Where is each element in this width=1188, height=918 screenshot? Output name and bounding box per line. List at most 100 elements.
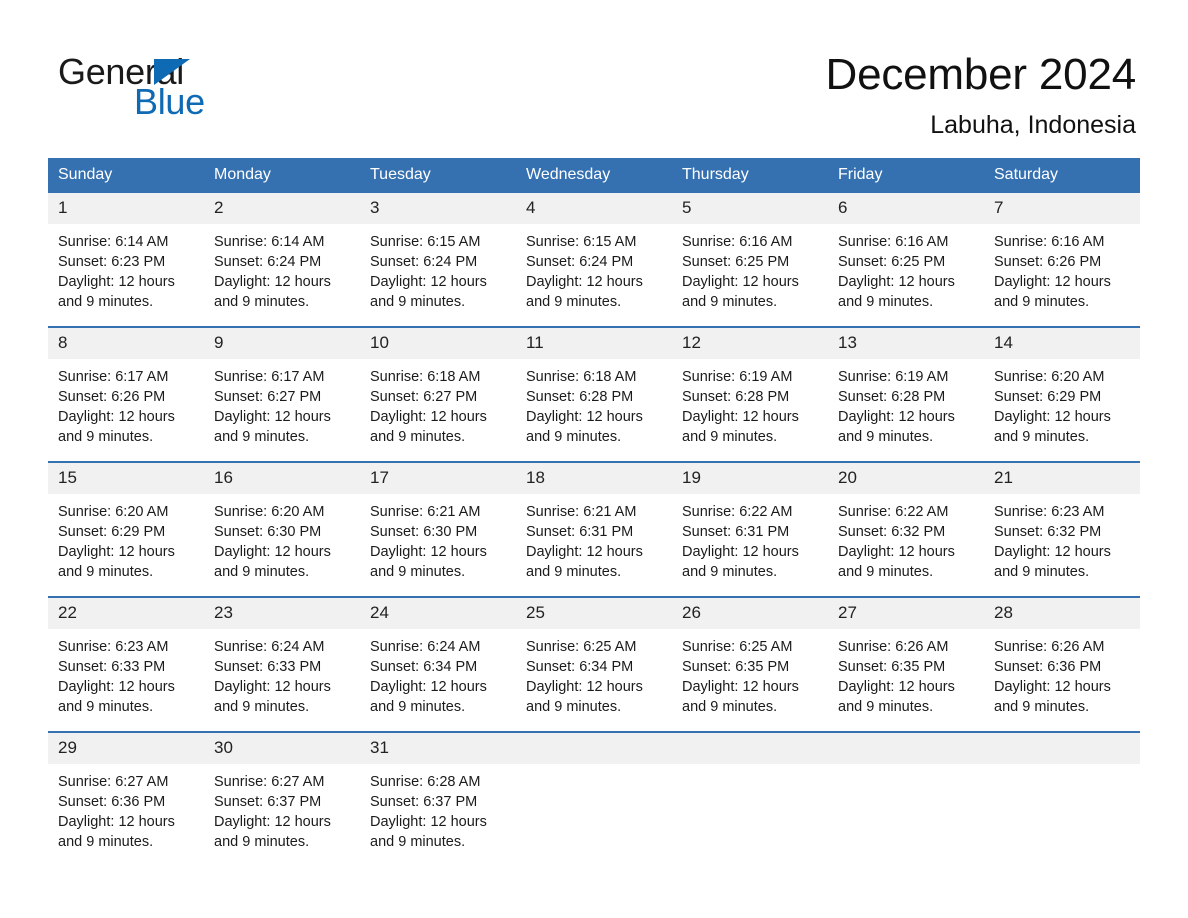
day-details: Sunrise: 6:25 AM Sunset: 6:34 PM Dayligh… <box>516 629 672 717</box>
day-number: 13 <box>828 328 984 359</box>
day-cell[interactable]: 12 Sunrise: 6:19 AM Sunset: 6:28 PM Dayl… <box>672 326 828 462</box>
sunset-text: Sunset: 6:33 PM <box>58 659 166 675</box>
daylight-text-line2: and 9 minutes. <box>58 294 154 310</box>
daylight-text-line2: and 9 minutes. <box>370 564 466 580</box>
sunrise-text: Sunrise: 6:22 AM <box>838 504 949 520</box>
day-number: 21 <box>984 463 1140 494</box>
day-cell[interactable]: 1 Sunrise: 6:14 AM Sunset: 6:23 PM Dayli… <box>48 193 204 327</box>
day-cell[interactable]: 5 Sunrise: 6:16 AM Sunset: 6:25 PM Dayli… <box>672 193 828 327</box>
daylight-text-line1: Daylight: 12 hours <box>58 274 175 290</box>
weekday-header-friday: Friday <box>828 158 984 193</box>
daylight-text-line2: and 9 minutes. <box>370 699 466 715</box>
sunrise-text: Sunrise: 6:24 AM <box>214 639 325 655</box>
daylight-text-line2: and 9 minutes. <box>838 429 934 445</box>
day-cell[interactable]: 21 Sunrise: 6:23 AM Sunset: 6:32 PM Dayl… <box>984 461 1140 597</box>
daylight-text-line2: and 9 minutes. <box>214 294 310 310</box>
day-number <box>516 733 672 764</box>
daylight-text-line2: and 9 minutes. <box>838 294 934 310</box>
day-cell[interactable]: 4 Sunrise: 6:15 AM Sunset: 6:24 PM Dayli… <box>516 193 672 327</box>
day-cell[interactable]: 24 Sunrise: 6:24 AM Sunset: 6:34 PM Dayl… <box>360 596 516 732</box>
daylight-text-line2: and 9 minutes. <box>682 429 778 445</box>
day-details: Sunrise: 6:26 AM Sunset: 6:36 PM Dayligh… <box>984 629 1140 717</box>
daylight-text-line2: and 9 minutes. <box>526 429 622 445</box>
day-number: 4 <box>516 193 672 224</box>
sunset-text: Sunset: 6:24 PM <box>526 254 634 270</box>
sunset-text: Sunset: 6:32 PM <box>838 524 946 540</box>
day-cell[interactable]: 23 Sunrise: 6:24 AM Sunset: 6:33 PM Dayl… <box>204 596 360 732</box>
day-cell[interactable]: 27 Sunrise: 6:26 AM Sunset: 6:35 PM Dayl… <box>828 596 984 732</box>
day-cell[interactable]: 18 Sunrise: 6:21 AM Sunset: 6:31 PM Dayl… <box>516 461 672 597</box>
day-details: Sunrise: 6:16 AM Sunset: 6:25 PM Dayligh… <box>672 224 828 312</box>
day-cell[interactable]: 7 Sunrise: 6:16 AM Sunset: 6:26 PM Dayli… <box>984 193 1140 327</box>
sunrise-text: Sunrise: 6:21 AM <box>526 504 637 520</box>
sunrise-text: Sunrise: 6:26 AM <box>994 639 1105 655</box>
sunset-text: Sunset: 6:28 PM <box>682 389 790 405</box>
day-cell[interactable]: 22 Sunrise: 6:23 AM Sunset: 6:33 PM Dayl… <box>48 596 204 732</box>
day-number: 12 <box>672 328 828 359</box>
day-details: Sunrise: 6:16 AM Sunset: 6:25 PM Dayligh… <box>828 224 984 312</box>
daylight-text-line1: Daylight: 12 hours <box>370 679 487 695</box>
sunset-text: Sunset: 6:23 PM <box>58 254 166 270</box>
day-cell[interactable]: 26 Sunrise: 6:25 AM Sunset: 6:35 PM Dayl… <box>672 596 828 732</box>
day-cell[interactable]: 9 Sunrise: 6:17 AM Sunset: 6:27 PM Dayli… <box>204 326 360 462</box>
day-cell[interactable]: 31 Sunrise: 6:28 AM Sunset: 6:37 PM Dayl… <box>360 731 516 866</box>
day-cell[interactable]: 13 Sunrise: 6:19 AM Sunset: 6:28 PM Dayl… <box>828 326 984 462</box>
day-number: 11 <box>516 328 672 359</box>
weekday-header-monday: Monday <box>204 158 360 193</box>
sunrise-text: Sunrise: 6:17 AM <box>214 369 325 385</box>
day-cell[interactable]: 25 Sunrise: 6:25 AM Sunset: 6:34 PM Dayl… <box>516 596 672 732</box>
daylight-text-line1: Daylight: 12 hours <box>838 274 955 290</box>
daylight-text-line1: Daylight: 12 hours <box>214 814 331 830</box>
sunset-text: Sunset: 6:27 PM <box>214 389 322 405</box>
day-details: Sunrise: 6:15 AM Sunset: 6:24 PM Dayligh… <box>516 224 672 312</box>
daylight-text-line2: and 9 minutes. <box>370 294 466 310</box>
day-cell[interactable]: 10 Sunrise: 6:18 AM Sunset: 6:27 PM Dayl… <box>360 326 516 462</box>
day-cell[interactable]: 11 Sunrise: 6:18 AM Sunset: 6:28 PM Dayl… <box>516 326 672 462</box>
sunrise-text: Sunrise: 6:23 AM <box>994 504 1105 520</box>
day-cell[interactable]: 14 Sunrise: 6:20 AM Sunset: 6:29 PM Dayl… <box>984 326 1140 462</box>
day-cell[interactable]: 16 Sunrise: 6:20 AM Sunset: 6:30 PM Dayl… <box>204 461 360 597</box>
daylight-text-line1: Daylight: 12 hours <box>994 679 1111 695</box>
calendar-week-row: 8 Sunrise: 6:17 AM Sunset: 6:26 PM Dayli… <box>48 326 1140 462</box>
day-cell[interactable]: 3 Sunrise: 6:15 AM Sunset: 6:24 PM Dayli… <box>360 193 516 327</box>
daylight-text-line1: Daylight: 12 hours <box>214 544 331 560</box>
daylight-text-line2: and 9 minutes. <box>994 699 1090 715</box>
daylight-text-line2: and 9 minutes. <box>526 294 622 310</box>
generalblue-logo[interactable]: General Blue <box>58 52 278 128</box>
daylight-text-line2: and 9 minutes. <box>526 699 622 715</box>
sunset-text: Sunset: 6:26 PM <box>994 254 1102 270</box>
day-number: 29 <box>48 733 204 764</box>
daylight-text-line2: and 9 minutes. <box>370 834 466 850</box>
daylight-text-line2: and 9 minutes. <box>58 699 154 715</box>
day-details: Sunrise: 6:19 AM Sunset: 6:28 PM Dayligh… <box>828 359 984 447</box>
day-cell[interactable]: 2 Sunrise: 6:14 AM Sunset: 6:24 PM Dayli… <box>204 193 360 327</box>
day-details: Sunrise: 6:21 AM Sunset: 6:31 PM Dayligh… <box>516 494 672 582</box>
day-cell[interactable]: 30 Sunrise: 6:27 AM Sunset: 6:37 PM Dayl… <box>204 731 360 866</box>
day-number: 7 <box>984 193 1140 224</box>
daylight-text-line1: Daylight: 12 hours <box>838 409 955 425</box>
day-cell[interactable]: 28 Sunrise: 6:26 AM Sunset: 6:36 PM Dayl… <box>984 596 1140 732</box>
daylight-text-line2: and 9 minutes. <box>682 564 778 580</box>
sunrise-text: Sunrise: 6:16 AM <box>994 234 1105 250</box>
day-number: 24 <box>360 598 516 629</box>
daylight-text-line1: Daylight: 12 hours <box>526 679 643 695</box>
daylight-text-line1: Daylight: 12 hours <box>526 274 643 290</box>
day-details: Sunrise: 6:19 AM Sunset: 6:28 PM Dayligh… <box>672 359 828 447</box>
daylight-text-line2: and 9 minutes. <box>994 429 1090 445</box>
day-number: 19 <box>672 463 828 494</box>
sunrise-text: Sunrise: 6:20 AM <box>994 369 1105 385</box>
day-details: Sunrise: 6:18 AM Sunset: 6:27 PM Dayligh… <box>360 359 516 447</box>
day-details: Sunrise: 6:18 AM Sunset: 6:28 PM Dayligh… <box>516 359 672 447</box>
day-cell[interactable]: 20 Sunrise: 6:22 AM Sunset: 6:32 PM Dayl… <box>828 461 984 597</box>
day-cell[interactable]: 19 Sunrise: 6:22 AM Sunset: 6:31 PM Dayl… <box>672 461 828 597</box>
daylight-text-line2: and 9 minutes. <box>214 564 310 580</box>
day-cell[interactable]: 29 Sunrise: 6:27 AM Sunset: 6:36 PM Dayl… <box>48 731 204 866</box>
day-cell[interactable]: 8 Sunrise: 6:17 AM Sunset: 6:26 PM Dayli… <box>48 326 204 462</box>
day-cell[interactable]: 17 Sunrise: 6:21 AM Sunset: 6:30 PM Dayl… <box>360 461 516 597</box>
day-details: Sunrise: 6:23 AM Sunset: 6:33 PM Dayligh… <box>48 629 204 717</box>
calendar-week-row: 22 Sunrise: 6:23 AM Sunset: 6:33 PM Dayl… <box>48 596 1140 732</box>
day-cell[interactable]: 6 Sunrise: 6:16 AM Sunset: 6:25 PM Dayli… <box>828 193 984 327</box>
day-cell[interactable]: 15 Sunrise: 6:20 AM Sunset: 6:29 PM Dayl… <box>48 461 204 597</box>
calendar-week-row: 29 Sunrise: 6:27 AM Sunset: 6:36 PM Dayl… <box>48 731 1140 866</box>
day-details: Sunrise: 6:15 AM Sunset: 6:24 PM Dayligh… <box>360 224 516 312</box>
